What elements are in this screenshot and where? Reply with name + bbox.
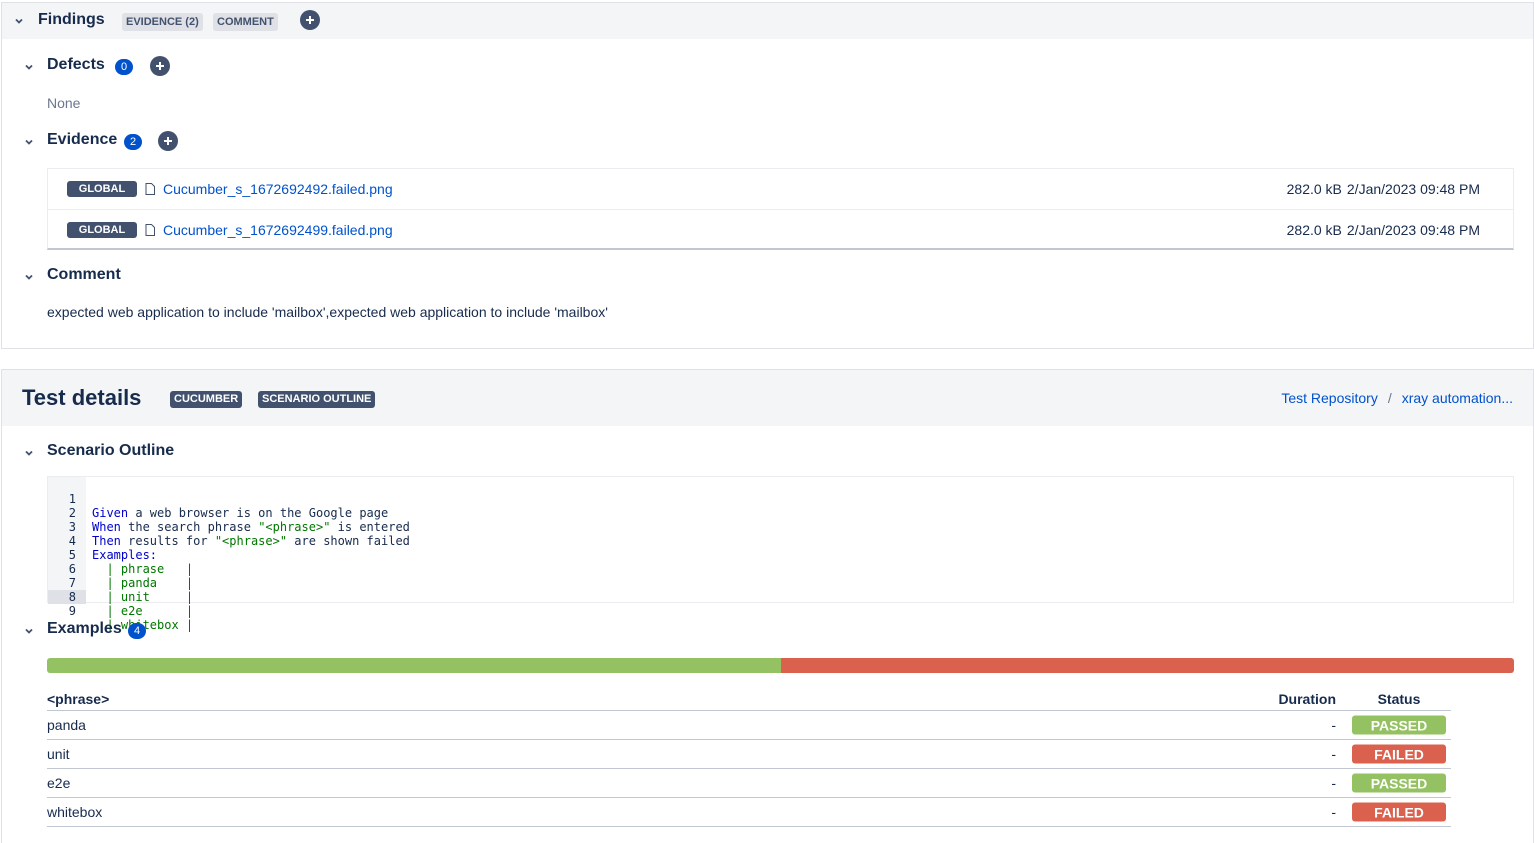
example-table-row: | unit | [92,590,194,604]
evidence-count-badge: 2 [124,134,142,150]
breadcrumb-separator: / [1387,390,1392,406]
defects-count-badge: 0 [115,59,133,75]
tag-cucumber: CUCUMBER [170,391,243,408]
test-details-panel: Test details CUCUMBER SCENARIO OUTLINE T… [1,369,1534,843]
add-evidence-button[interactable] [158,131,178,151]
evidence-row: GLOBAL Cucumber_s_1672692492.failed.png … [48,169,1513,209]
column-header-duration: Duration [1278,690,1336,707]
comment-collapse-chevron-icon[interactable] [22,270,36,284]
progress-failed-segment [780,658,1514,673]
code-line: 3 Then results for "<phrase>" are shown … [48,506,410,548]
file-date: 2/Jan/2023 09:48 PM [1346,181,1480,197]
evidence-meta: 282.0 kB 2/Jan/2023 09:48 PM [1287,222,1480,238]
step-text: results for [120,534,215,548]
table-row: whitebox - FAILED [47,798,1451,827]
tag-scenario-outline: SCENARIO OUTLINE [258,391,376,408]
example-phrase: unit [47,746,70,762]
examples-collapse-chevron-icon[interactable] [22,624,36,638]
examples-title: Examples [47,620,122,637]
breadcrumb-test-repository[interactable]: Test Repository [1281,390,1377,406]
code-line: 1 Given a web browser is on the Google p… [48,478,388,520]
file-icon [145,223,155,236]
table-row: unit - FAILED [47,740,1451,769]
evidence-collapse-chevron-icon[interactable] [22,135,36,149]
code-line: 8 | e2e | [48,576,193,618]
scope-badge: GLOBAL [67,221,137,238]
defects-collapse-chevron-icon[interactable] [22,60,36,74]
table-row: panda - PASSED [47,711,1451,740]
code-line: 7 | unit | [48,562,193,604]
example-duration: - [1331,746,1336,762]
plus-icon [156,62,164,70]
scope-badge: GLOBAL [67,181,137,197]
breadcrumb: Test Repository / xray automation... [1281,390,1513,406]
examples-progress-bar [47,658,1514,673]
example-phrase: e2e [47,775,71,791]
plus-icon [306,16,314,24]
evidence-title: Evidence [47,131,118,148]
examples-table-header: <phrase> Duration Status [47,687,1451,711]
step-text-tail: is entered [330,520,410,534]
example-table-row: | e2e | [92,604,194,618]
gherkin-keyword: Examples: [92,548,158,562]
example-table-row: | panda | [92,576,194,590]
evidence-meta: 282.0 kB 2/Jan/2023 09:48 PM [1287,181,1480,197]
example-phrase: whitebox [47,804,103,820]
example-duration: - [1331,804,1336,820]
plus-icon [164,137,172,145]
findings-panel: Findings EVIDENCE (2) COMMENT Defects 0 … [1,2,1534,349]
comment-title: Comment [47,266,121,283]
file-date: 2/Jan/2023 09:48 PM [1346,221,1480,238]
code-line: 6 | panda | [48,548,193,590]
status-badge: PASSED [1352,773,1446,793]
evidence-row: GLOBAL Cucumber_s_1672692499.failed.png … [48,209,1513,249]
status-badge: PASSED [1352,715,1446,735]
code-line: 2 When the search phrase "<phrase>" is e… [48,492,410,534]
table-row: e2e - PASSED [47,769,1451,798]
step-parameter: "<phrase>" [258,520,331,534]
code-line: 5 | phrase | [48,534,193,576]
step-text-tail: are shown failed [287,534,410,548]
tab-comment[interactable]: COMMENT [213,13,278,31]
step-parameter: "<phrase>" [214,534,288,548]
column-header-status: Status [1377,690,1421,707]
comment-text: expected web application to include 'mai… [47,304,608,320]
step-text: a web browser is on the Google page [128,506,389,520]
file-size: 282.0 kB [1286,181,1342,197]
example-table-row: | phrase | [92,562,194,576]
evidence-file-link[interactable]: Cucumber_s_1672692492.failed.png [163,181,393,197]
gherkin-keyword: When [92,520,121,534]
gherkin-keyword: Then [92,534,121,548]
example-duration: - [1331,717,1336,733]
step-text: the search phrase [120,520,259,534]
findings-add-button[interactable] [300,10,320,30]
examples-count-badge: 4 [128,623,146,639]
file-icon [145,183,155,195]
tab-evidence[interactable]: EVIDENCE (2) [122,13,203,31]
status-badge: FAILED [1352,802,1446,822]
add-defect-button[interactable] [150,56,170,76]
defects-title: Defects [47,56,105,73]
code-line: 4 Examples: [48,520,157,562]
column-header-phrase: <phrase> [47,690,110,707]
test-details-title: Test details [22,385,142,410]
scenario-outline-title: Scenario Outline [47,442,175,459]
file-size: 282.0 kB [1286,221,1342,238]
status-badge: FAILED [1352,744,1446,764]
evidence-file-link[interactable]: Cucumber_s_1672692499.failed.png [163,222,393,238]
gherkin-keyword: Given [92,506,129,520]
line-number: 9 [68,604,76,618]
defects-empty-text: None [47,95,81,111]
findings-collapse-chevron-icon[interactable] [12,14,26,28]
progress-passed-segment [47,658,781,673]
example-phrase: panda [47,717,86,733]
code-line: 9 | whitebox | [48,590,193,632]
breadcrumb-folder[interactable]: xray automation... [1402,390,1513,406]
example-duration: - [1331,775,1336,791]
findings-title: Findings [38,11,105,28]
examples-table: <phrase> Duration Status panda - PASSED … [47,687,1451,827]
scenario-collapse-chevron-icon[interactable] [22,446,36,460]
evidence-table: GLOBAL Cucumber_s_1672692492.failed.png … [47,168,1514,250]
scenario-code-editor[interactable]: 1 Given a web browser is on the Google p… [47,476,1514,632]
